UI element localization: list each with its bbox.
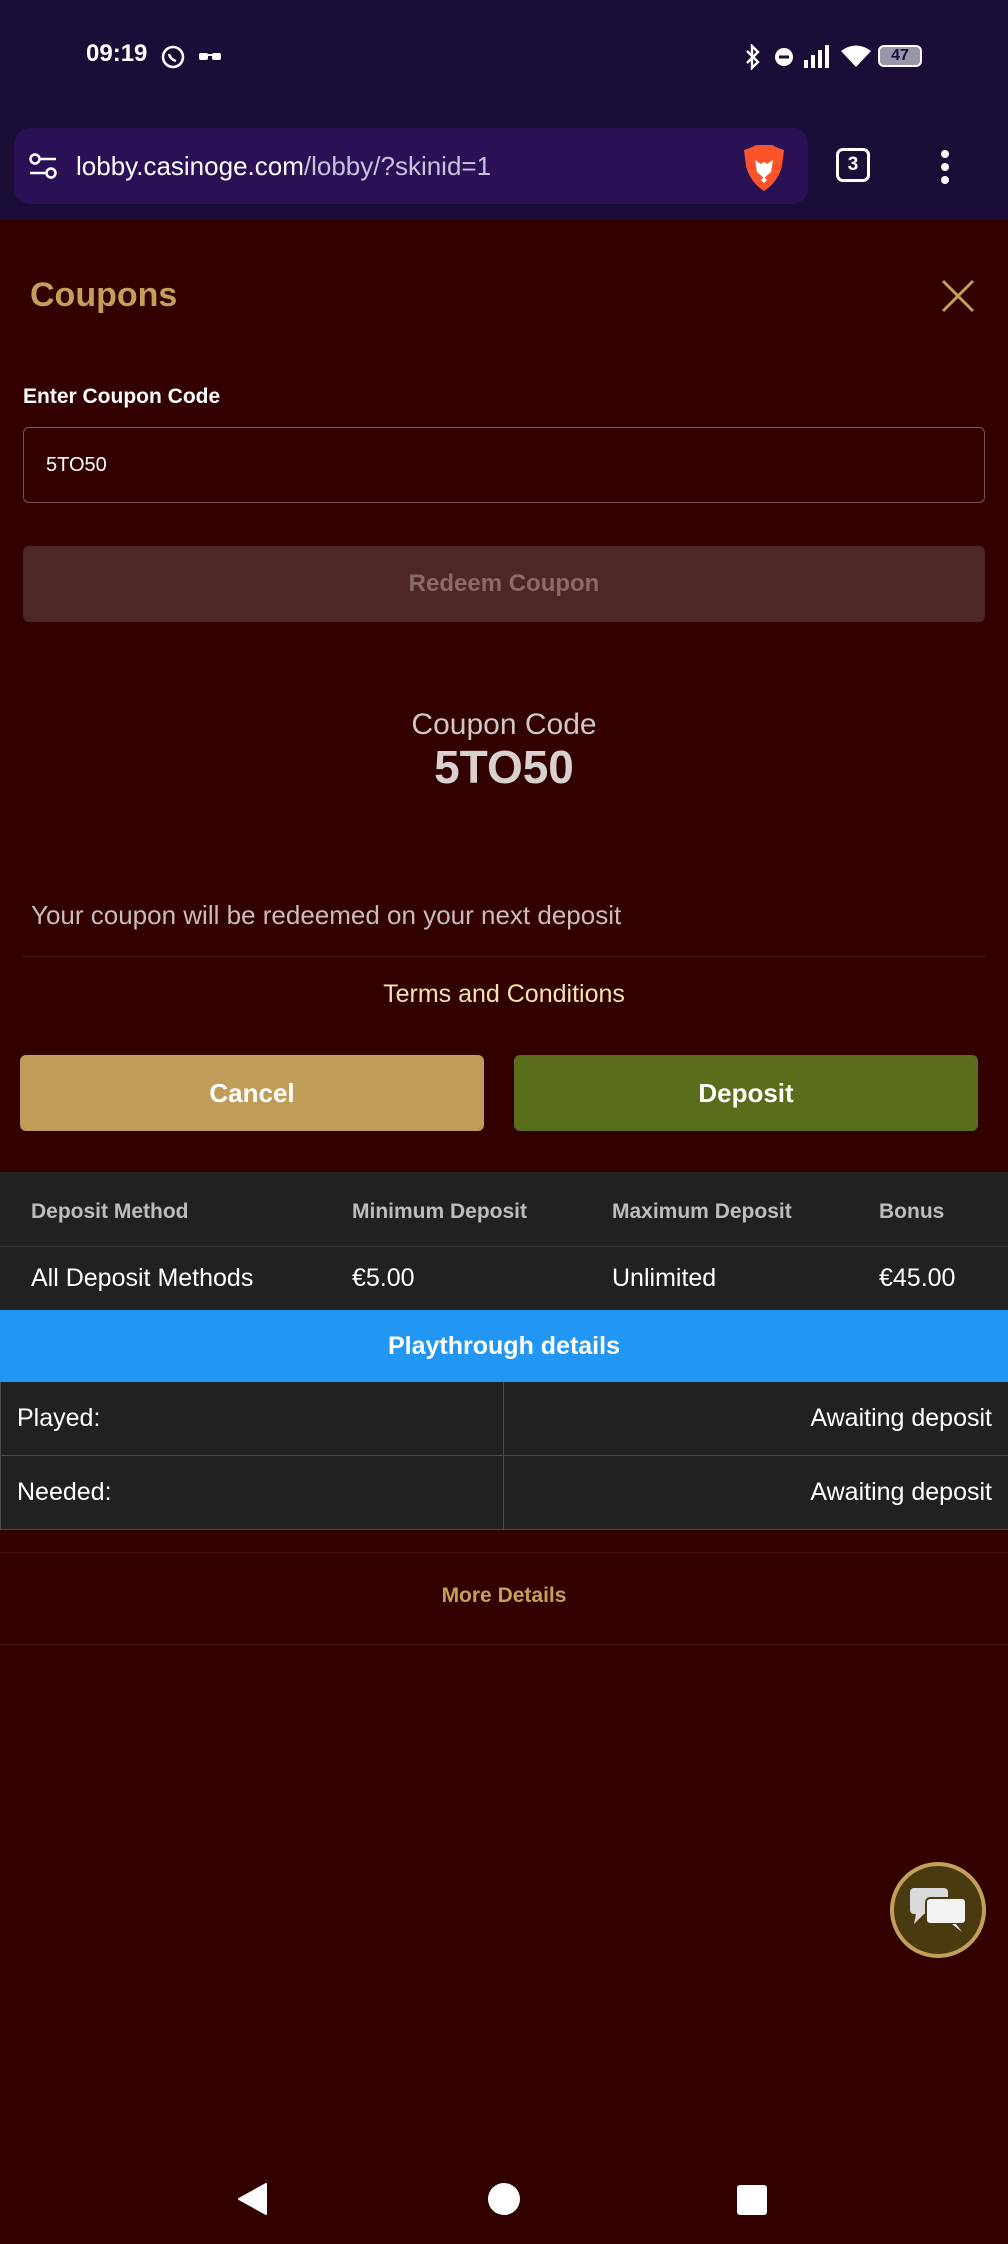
status-bar: 09:19 47 [0,0,1008,120]
bluetooth-icon [746,44,760,70]
glasses-icon [199,53,221,60]
battery-icon: 47 [878,45,922,67]
whatsapp-icon [161,45,185,69]
divider [0,1644,1008,1645]
signal-icon [804,45,829,68]
system-navigation-bar [0,2150,1008,2244]
chat-icon [910,1888,967,1932]
header-minimum-deposit: Minimum Deposit [352,1200,528,1223]
dnd-icon [775,48,793,66]
battery-level: 47 [891,47,909,64]
address-bar[interactable]: lobby.casinoge.com/lobby/?skinid=1 [14,128,808,204]
close-icon[interactable] [938,276,978,316]
tab-switcher-button[interactable]: 3 [836,148,870,182]
status-time: 09:19 [86,40,148,67]
brave-lion-icon[interactable] [742,144,786,192]
more-details-link[interactable]: More Details [0,1584,1008,1608]
cell-bonus: €45.00 [879,1264,956,1292]
deposit-button[interactable]: Deposit [514,1055,978,1131]
table-cell: Needed: [0,1456,504,1530]
played-value: Awaiting deposit [810,1404,992,1432]
coupons-header: Coupons [0,220,1008,380]
recents-icon[interactable] [736,2184,768,2216]
header-bonus: Bonus [879,1200,945,1223]
site-settings-icon[interactable] [28,152,58,180]
coupon-input-label: Enter Coupon Code [23,385,221,408]
browser-toolbar: lobby.casinoge.com/lobby/?skinid=1 3 [0,120,1008,220]
deposit-table: Deposit Method Minimum Deposit Maximum D… [0,1172,1008,1310]
redeem-note: Your coupon will be redeemed on your nex… [31,900,622,930]
url-text[interactable]: lobby.casinoge.com/lobby/?skinid=1 [76,151,491,182]
table-divider [0,1246,1008,1247]
cancel-button[interactable]: Cancel [20,1055,484,1131]
more-menu-icon[interactable] [938,148,952,188]
needed-label: Needed: [17,1478,112,1506]
url-host: lobby.casinoge.com [76,151,304,181]
header-maximum-deposit: Maximum Deposit [612,1200,792,1223]
played-label: Played: [17,1404,101,1432]
back-icon[interactable] [236,2182,268,2216]
table-row: Needed: Awaiting deposit [0,1456,1008,1530]
cell-maximum-deposit: Unlimited [612,1264,717,1292]
divider [0,1552,1008,1553]
redeem-coupon-button[interactable]: Redeem Coupon [23,546,985,622]
needed-value: Awaiting deposit [810,1478,992,1506]
chat-button[interactable] [890,1862,986,1958]
cell-deposit-method: All Deposit Methods [31,1264,254,1292]
divider [23,956,985,957]
page-title: Coupons [30,276,178,314]
terms-link[interactable]: Terms and Conditions [0,980,1008,1009]
header-deposit-method: Deposit Method [31,1200,189,1223]
home-icon[interactable] [487,2182,521,2216]
table-cell: Played: [0,1382,504,1456]
url-path: /lobby/?skinid=1 [303,151,492,181]
playthrough-header: Playthrough details [0,1310,1008,1382]
coupon-code-input[interactable] [23,427,985,503]
wifi-icon [841,45,871,67]
table-row: Played: Awaiting deposit [0,1382,1008,1456]
coupon-code-label: Coupon Code [411,708,597,741]
coupon-code-value: 5TO50 [434,741,574,793]
cell-minimum-deposit: €5.00 [352,1264,415,1292]
